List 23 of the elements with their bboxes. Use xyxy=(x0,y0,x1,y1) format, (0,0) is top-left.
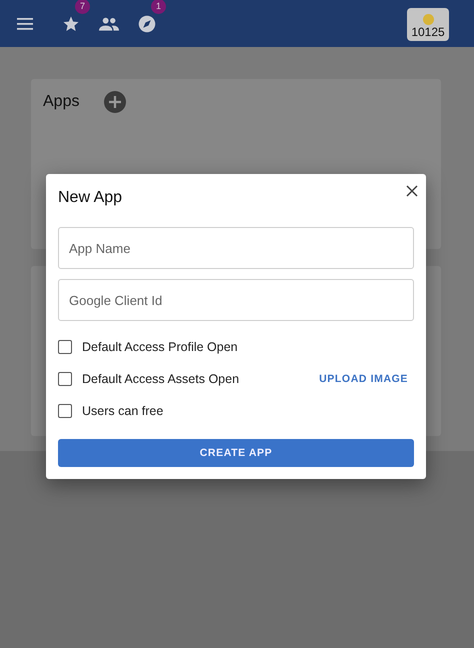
notification-badge: 1 xyxy=(151,0,166,14)
close-icon xyxy=(406,184,418,196)
checkbox-label: Users can free xyxy=(82,404,164,418)
checkbox-label: Default Access Profile Open xyxy=(82,340,238,354)
text-field[interactable]: App Name xyxy=(58,227,414,269)
dialog-title: New App xyxy=(58,189,122,207)
card-title: Apps xyxy=(43,93,80,111)
checkbox[interactable] xyxy=(58,372,72,386)
compass-icon[interactable] xyxy=(138,14,156,32)
checkbox[interactable] xyxy=(58,404,72,418)
coin-icon xyxy=(422,14,434,25)
people-icon[interactable] xyxy=(99,16,119,30)
text-field[interactable]: Google Client Id xyxy=(58,279,414,321)
upload-image-button[interactable]: UPLOAD IMAGE xyxy=(319,373,414,385)
checkbox-label: Default Access Assets Open xyxy=(82,372,240,386)
add-button[interactable] xyxy=(104,91,126,113)
checkbox[interactable] xyxy=(58,340,72,354)
menu-icon[interactable] xyxy=(17,18,33,30)
notification-badge: 7 xyxy=(75,0,90,14)
plus-icon xyxy=(109,96,122,108)
coin-balance[interactable]: 10125 xyxy=(407,8,449,41)
create-app-button[interactable]: CREATE APP xyxy=(58,439,414,467)
star-icon[interactable] xyxy=(62,14,80,32)
